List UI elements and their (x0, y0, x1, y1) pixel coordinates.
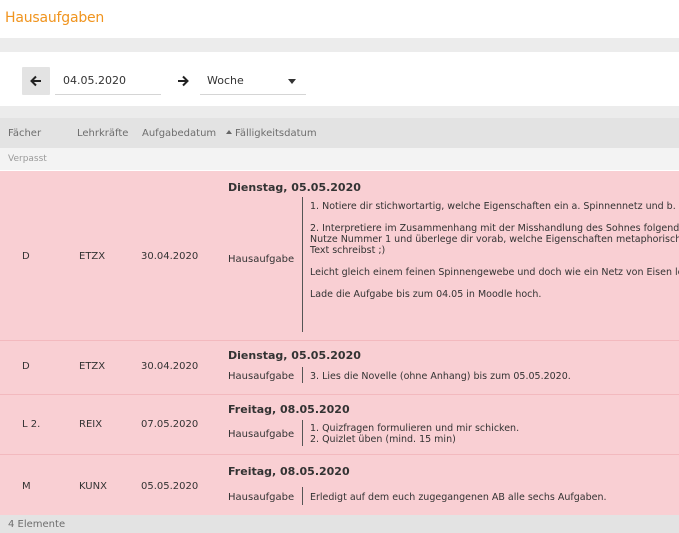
task-description: 3. Lies die Novelle (ohne Anhang) bis zu… (310, 371, 571, 382)
assigned-date-cell: 30.04.2020 (141, 251, 199, 262)
description-line (310, 256, 679, 267)
divider-strip (0, 106, 679, 118)
table-row[interactable]: M KUNX 05.05.2020 Freitag, 08.05.2020 Ha… (0, 455, 679, 515)
description-line: 1. Quizfragen formulieren und mir schick… (310, 423, 520, 434)
table-row[interactable]: D ETZX 30.04.2020 Dienstag, 05.05.2020 H… (0, 171, 679, 340)
view-select-value: Woche (207, 74, 244, 87)
assigned-date-cell: 05.05.2020 (141, 481, 199, 492)
previous-week-button[interactable] (22, 67, 50, 95)
subject-cell: D (22, 361, 30, 372)
description-divider (302, 367, 303, 383)
subject-cell: M (22, 481, 31, 492)
column-header-teachers[interactable]: Lehrkräfte (77, 128, 128, 139)
teacher-cell: ETZX (79, 251, 106, 262)
divider-strip (0, 38, 679, 52)
column-header-due-label: Fälligkeitsdatum (235, 128, 317, 139)
description-line (310, 212, 679, 223)
assigned-date-cell: 30.04.2020 (141, 361, 199, 372)
column-header-due[interactable]: Fälligkeitsdatum (226, 128, 317, 139)
subject-cell: L 2. (22, 419, 41, 430)
description-line: Text schreibst ;) (310, 245, 386, 256)
task-type: Hausaufgabe (228, 429, 295, 440)
description-line: Erledigt auf dem euch zugegangenen AB al… (310, 492, 607, 503)
due-date: Freitag, 08.05.2020 (228, 403, 350, 416)
description-divider (302, 487, 303, 505)
task-type: Hausaufgabe (228, 371, 295, 382)
task-type: Hausaufgabe (228, 492, 295, 503)
subject-cell: D (22, 251, 30, 262)
teacher-cell: REIX (79, 419, 103, 430)
description-line: 2. Quizlet üben (mind. 15 min) (310, 434, 456, 445)
arrow-left-icon (30, 75, 41, 87)
task-description: Erledigt auf dem euch zugegangenen AB al… (310, 492, 607, 503)
next-week-button[interactable] (169, 67, 197, 95)
table-row[interactable]: D ETZX 30.04.2020 Dienstag, 05.05.2020 H… (0, 341, 679, 394)
task-description: 1. Notiere dir stichwortartig, welche Ei… (310, 201, 679, 300)
toolbar: Woche (0, 52, 679, 106)
table-header: Fächer Lehrkräfte Aufgabedatum Fälligkei… (0, 118, 679, 148)
table-row[interactable]: L 2. REIX 07.05.2020 Freitag, 08.05.2020… (0, 395, 679, 454)
group-label: Verpasst (8, 154, 47, 164)
sort-up-icon (226, 130, 232, 134)
description-line: 1. Notiere dir stichwortartig, welche Ei… (310, 201, 679, 212)
column-header-assigned[interactable]: Aufgabedatum (142, 128, 216, 139)
title-bar: Hausaufgaben (0, 0, 679, 38)
task-type: Hausaufgabe (228, 254, 295, 265)
teacher-cell: ETZX (79, 361, 106, 372)
due-date: Freitag, 08.05.2020 (228, 465, 350, 478)
teacher-cell: KUNX (79, 481, 107, 492)
description-line: 2. Interpretiere im Zusammenhang mit der… (310, 223, 679, 234)
item-count: 4 Elemente (8, 519, 66, 530)
description-line: 3. Lies die Novelle (ohne Anhang) bis zu… (310, 371, 571, 382)
description-divider (302, 197, 303, 332)
date-input[interactable] (55, 67, 161, 95)
description-line: Lade die Aufgabe bis zum 04.05 in Moodle… (310, 289, 542, 300)
group-header[interactable]: Verpasst (0, 148, 679, 170)
due-date: Dienstag, 05.05.2020 (228, 181, 361, 194)
caret-down-icon (288, 79, 296, 84)
due-date: Dienstag, 05.05.2020 (228, 349, 361, 362)
view-select[interactable]: Woche (200, 67, 306, 95)
description-line: Nutze Nummer 1 und überlege dir vorab, w… (310, 234, 679, 245)
description-divider (302, 420, 303, 446)
arrow-right-icon (178, 75, 189, 87)
task-description: 1. Quizfragen formulieren und mir schick… (310, 423, 519, 445)
column-header-subject[interactable]: Fächer (8, 128, 41, 139)
description-line: Leicht gleich einem feinen Spinnengewebe… (310, 267, 679, 278)
page-title: Hausaufgaben (5, 10, 105, 26)
table-footer: 4 Elemente (0, 515, 679, 533)
description-line (310, 278, 679, 289)
assigned-date-cell: 07.05.2020 (141, 419, 199, 430)
